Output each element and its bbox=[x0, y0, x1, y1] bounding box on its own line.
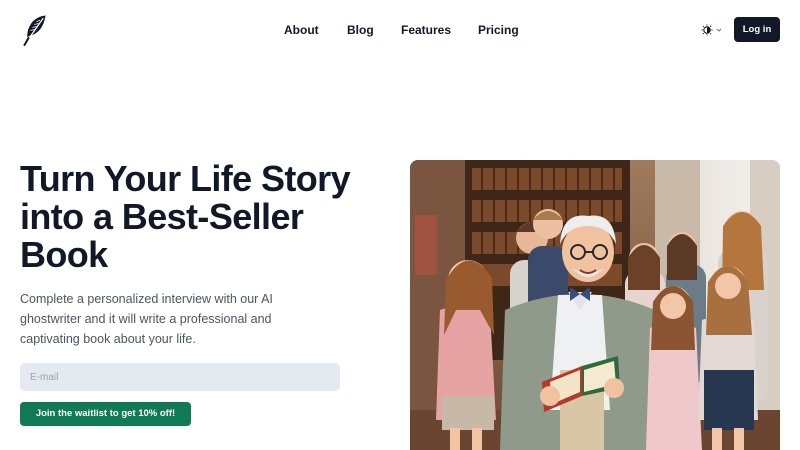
main-nav: About Blog Features Pricing bbox=[0, 22, 800, 38]
nav-link-blog[interactable]: Blog bbox=[347, 22, 374, 38]
landing-page: About Blog Features Pricing Log in Turn … bbox=[0, 0, 800, 450]
join-waitlist-button[interactable]: Join the waitlist to get 10% off! bbox=[20, 402, 191, 426]
nav-link-features[interactable]: Features bbox=[401, 22, 451, 38]
email-input[interactable] bbox=[20, 363, 340, 391]
nav-link-pricing[interactable]: Pricing bbox=[478, 22, 519, 38]
login-button[interactable]: Log in bbox=[734, 17, 780, 42]
chevron-down-icon bbox=[716, 28, 722, 32]
grandfather-reading-book-to-children-photo bbox=[410, 160, 780, 450]
hero-title: Turn Your Life Story into a Best-Seller … bbox=[20, 158, 351, 275]
sun-moon-icon bbox=[701, 24, 713, 36]
hero-description: Complete a personalized interview with o… bbox=[20, 292, 273, 346]
hero-photo bbox=[410, 160, 780, 450]
theme-toggle-button[interactable] bbox=[701, 22, 723, 38]
site-header: About Blog Features Pricing Log in bbox=[0, 0, 800, 60]
nav-link-about[interactable]: About bbox=[284, 22, 319, 38]
